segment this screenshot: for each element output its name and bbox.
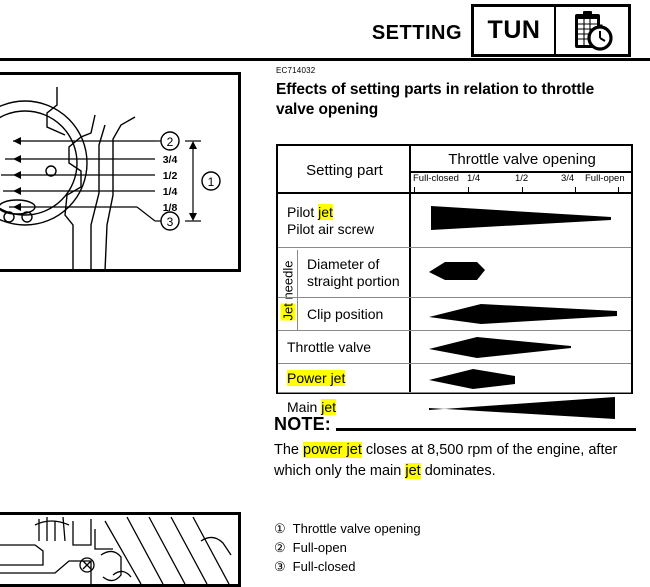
- jet-needle-text: Jet needle: [280, 260, 295, 320]
- document-code: EC714032: [276, 66, 316, 75]
- power-jet-line1: Power jet: [287, 369, 346, 386]
- throttle-tick-scale: Full-closed 1/4 1/2 3/4 Full-open: [411, 172, 633, 194]
- row-label-pilot-jet: Pilot jet Pilot air screw: [278, 194, 411, 247]
- throttle-valve-line1: Throttle valve: [287, 338, 372, 355]
- svg-text:1/2: 1/2: [163, 170, 178, 182]
- settings-effects-table: Setting part Throttle valve opening Full…: [276, 144, 633, 419]
- tick-label-quarter: 1/4: [467, 173, 481, 184]
- svg-text:2: 2: [167, 135, 174, 149]
- tun-badge: TUN: [471, 4, 631, 57]
- clip-position-line1: Clip position: [307, 305, 384, 322]
- page-header: SETTING TUN: [0, 0, 650, 62]
- row-label-diameter-straight-portion: Diameter of straight portion: [298, 248, 411, 297]
- svg-text:1/4: 1/4: [163, 186, 178, 198]
- svg-text:3: 3: [167, 215, 174, 229]
- section-title: Effects of setting parts in relation to …: [276, 81, 595, 118]
- tick-label-three-quarter: 3/4: [561, 173, 575, 184]
- row-label-clip-position: Clip position: [298, 298, 411, 330]
- figure-legend: ① Throttle valve opening ② Full-open ③ F…: [274, 519, 604, 576]
- legend-number-2: ②: [274, 540, 286, 556]
- row-label-power-jet: Power jet: [278, 364, 411, 392]
- row-graphic-pilot-jet: [411, 194, 633, 247]
- svg-text:1: 1: [208, 175, 215, 189]
- row-label-throttle-valve: Throttle valve: [278, 331, 411, 363]
- tun-label: TUN: [474, 7, 556, 54]
- note-text: The power jet closes at 8,500 rpm of the…: [274, 442, 618, 480]
- svg-text:1/8: 1/8: [163, 202, 178, 214]
- engine-detail-illustration: [0, 512, 241, 587]
- legend-label-1: Throttle valve opening: [292, 521, 421, 536]
- legend-item-2: ② Full-open: [274, 538, 604, 557]
- row-graphic-power-jet: [411, 364, 633, 392]
- note-block: NOTE: The power jet closes at 8,500 rpm …: [274, 414, 636, 483]
- diameter-line1: Diameter of: [307, 255, 380, 272]
- row-graphic-clip-position: [411, 298, 633, 330]
- row-graphic-diameter-straight-portion: [411, 248, 633, 297]
- tick-label-full-open: Full-open: [585, 173, 625, 184]
- content-column: EC714032 Effects of setting parts in rel…: [274, 66, 636, 130]
- carburetor-cross-section-illustration: 2 3 3/4 1/2 1/4 1/8 1: [0, 72, 241, 272]
- row-graphic-throttle-valve: [411, 331, 633, 363]
- tick-label-full-closed: Full-closed: [413, 173, 459, 184]
- header-throttle-valve-opening: Throttle valve opening: [448, 150, 596, 168]
- legend-label-3: Full-closed: [292, 559, 356, 575]
- page-title: SETTING: [371, 22, 462, 44]
- tick-label-half: 1/2: [515, 173, 529, 184]
- pilot-jet-line1: Pilot jet: [287, 203, 333, 220]
- svg-text:3/4: 3/4: [163, 154, 178, 166]
- pilot-jet-line2: Pilot air screw: [287, 220, 375, 237]
- legend-number-3: ③: [274, 559, 286, 575]
- legend-label-2: Full-open: [292, 540, 347, 556]
- note-heading-row: NOTE:: [274, 414, 636, 435]
- legend-item-3: ③ Full-closed: [274, 557, 604, 576]
- legend-number-1: ①: [274, 521, 286, 536]
- header-setting-part: Setting part: [306, 161, 383, 179]
- header-divider: [0, 58, 650, 61]
- note-divider: [336, 428, 636, 431]
- note-heading: NOTE:: [274, 414, 331, 434]
- legend-item-1: ① Throttle valve opening: [274, 519, 604, 538]
- diameter-line2: straight portion: [307, 272, 400, 289]
- clipboard-stopwatch-icon: [556, 7, 628, 54]
- group-label-jet-needle: Jet needle: [278, 250, 298, 330]
